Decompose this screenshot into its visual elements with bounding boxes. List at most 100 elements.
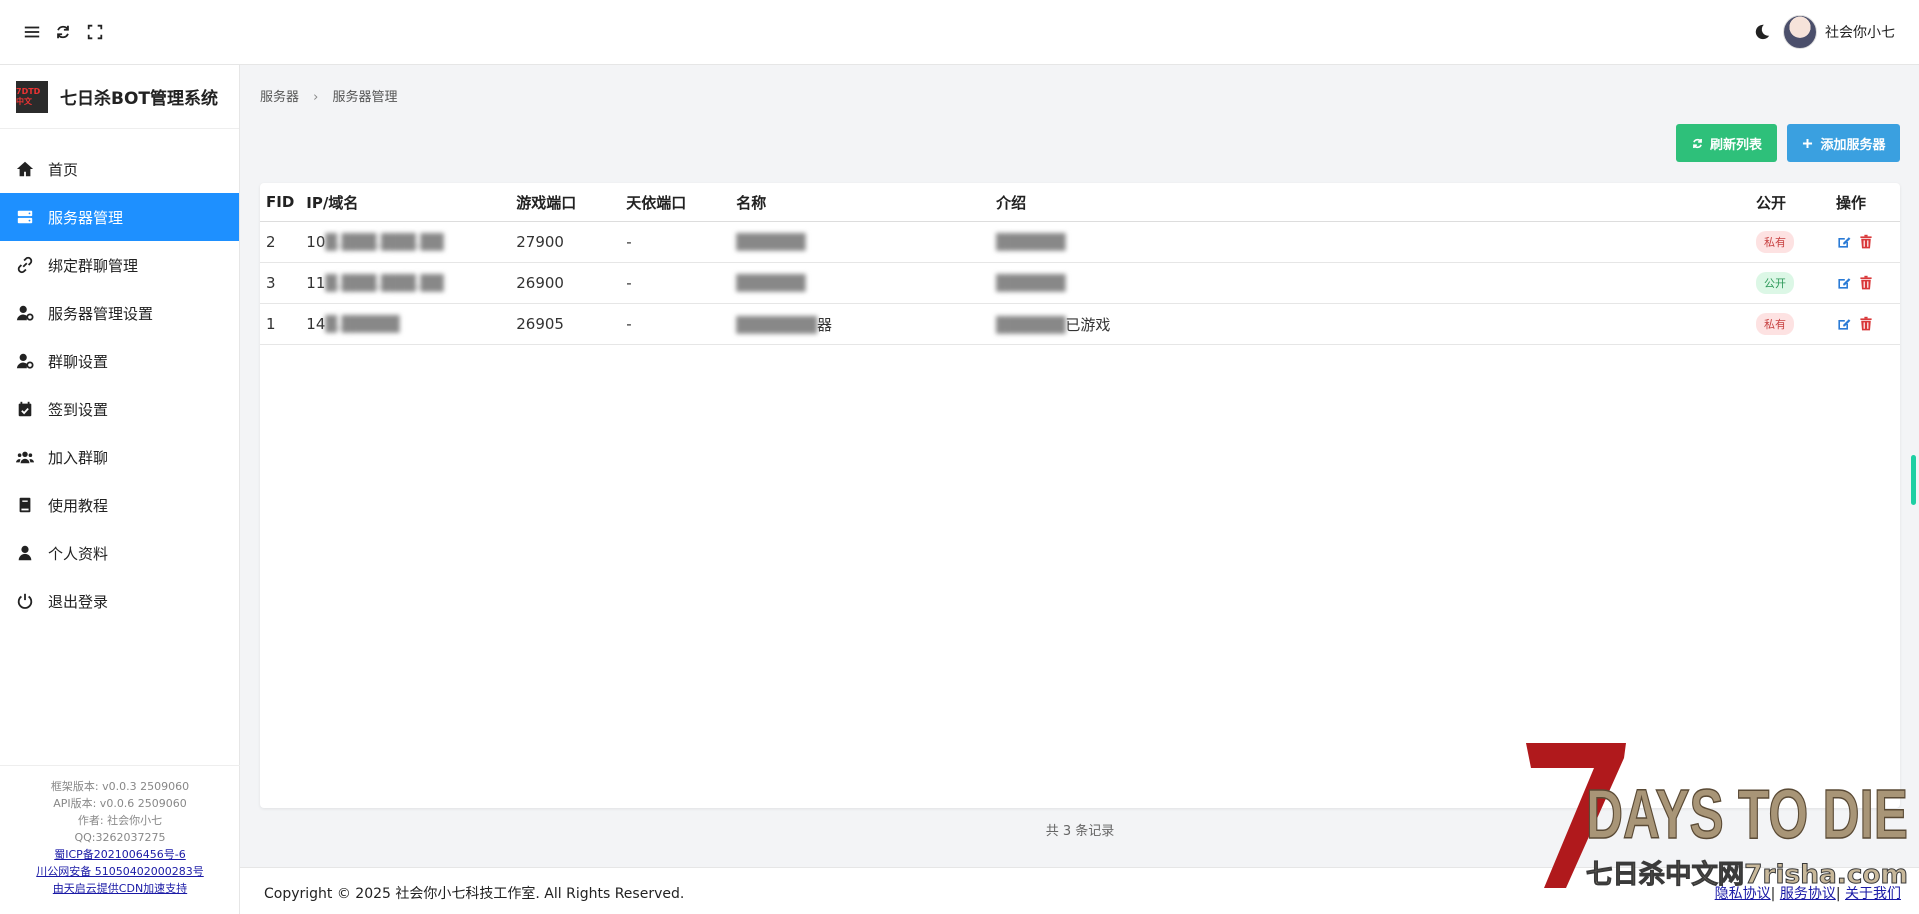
cell-fid: 1 [260,303,301,345]
edit-icon[interactable] [1836,316,1852,332]
cell-intro: ██████已游戏 [990,303,1750,345]
menu-toggle-icon[interactable] [22,22,42,42]
sidebar-item-logout[interactable]: 退出登录 [0,577,239,625]
column-header-name: 名称 [730,183,991,222]
cell-intro: ██████ [990,262,1750,304]
table-header-row: FID IP/域名 游戏端口 天依端口 名称 介绍 公开 操作 [260,183,1900,222]
cell-tianyi-port: - [620,303,731,345]
author: 作者: 社会你小七 [77,814,163,827]
sidebar-item-profile[interactable]: 个人资料 [0,529,239,577]
sidebar-item-join-group[interactable]: 加入群聊 [0,433,239,481]
add-server-button[interactable]: 添加服务器 [1787,124,1900,162]
sidebar-item-label: 绑定群聊管理 [48,256,139,275]
brand: 7DTD 中文 七日杀BOT管理系统 [0,65,239,129]
delete-icon[interactable] [1858,275,1874,291]
link-icon [16,256,34,274]
add-server-label: 添加服务器 [1820,137,1886,153]
ip-blurred: █.█████ [325,315,400,333]
api-version: API版本: v0.0.6 2509060 [53,797,187,810]
breadcrumb-current: 服务器管理 [332,90,398,105]
sidebar-menu: 首页 服务器管理 绑定群聊管理 服务器管理设置 群聊设置 签到设置 加入群聊 使… [0,145,239,625]
breadcrumb-parent[interactable]: 服务器 [260,90,299,105]
sidebar-item-label: 加入群聊 [48,448,109,467]
sidebar-item-server-management[interactable]: 服务器管理 [0,193,239,241]
sidebar-item-label: 群聊设置 [48,352,109,371]
cell-name: ██████ [730,262,991,304]
name-tail: 器 [816,315,832,334]
top-bar: 社会你小七 [0,0,1919,65]
edit-icon[interactable] [1836,234,1852,250]
sidebar-item-label: 服务器管理设置 [48,304,154,323]
cell-public: 私有 [1749,303,1830,345]
sidebar-item-checkin-settings[interactable]: 签到设置 [0,385,239,433]
copyright: Copyright © 2025 社会你小七科技工作室. All Rights … [264,886,685,902]
sidebar-footer: 框架版本: v0.0.3 2509060 API版本: v0.0.6 25090… [0,765,240,914]
refresh-icon[interactable] [53,22,73,42]
watermark-sub: 七日杀中文网7risha.com [1586,859,1908,890]
scroll-indicator[interactable] [1911,455,1916,505]
column-header-game-port: 游戏端口 [510,183,621,222]
status-badge: 私有 [1755,313,1794,335]
book-icon [16,496,34,514]
delete-icon[interactable] [1858,316,1874,332]
sidebar: 7DTD 中文 七日杀BOT管理系统 首页 服务器管理 绑定群聊管理 服务器管理… [0,65,240,914]
cell-game-port: 26905 [510,303,621,345]
sidebar-item-bind-group[interactable]: 绑定群聊管理 [0,241,239,289]
sidebar-item-label: 签到设置 [48,400,109,419]
ip-prefix: 10 [306,233,326,251]
sidebar-item-label: 退出登录 [48,592,109,611]
7dtd-watermark-logo: DAYS TO DIE 七日杀中文网7risha.com [1526,743,1909,891]
cell-ip: 10█.███.███.██ [300,221,511,263]
sidebar-item-label: 服务器管理 [48,208,124,227]
refresh-list-label: 刷新列表 [1709,137,1762,153]
name-blurred: ██████ [736,274,806,292]
watermark-main: DAYS TO DIE [1586,775,1908,853]
cdn-link[interactable]: 由天启云提供CDN加速支持 [0,880,240,897]
delete-icon[interactable] [1858,234,1874,250]
sidebar-item-group-settings[interactable]: 群聊设置 [0,337,239,385]
icp-link[interactable]: 蜀ICP备2021006456号-6 [0,846,240,863]
column-header-ip: IP/域名 [300,183,511,222]
column-header-actions: 操作 [1829,183,1900,222]
user-gear-icon [16,304,34,322]
sidebar-item-server-settings[interactable]: 服务器管理设置 [0,289,239,337]
user-menu[interactable]: 社会你小七 [1783,15,1895,49]
chevron-right-icon: › [313,90,319,105]
brand-logo: 7DTD 中文 [16,80,48,113]
cell-tianyi-port: - [620,262,731,304]
table-row: 2 10█.███.███.██ 27900 - ██████ ██████ 私… [260,221,1900,263]
refresh-list-button[interactable]: 刷新列表 [1676,124,1777,162]
power-icon [16,592,34,610]
edit-icon[interactable] [1836,275,1852,291]
breadcrumb: 服务器 › 服务器管理 [260,86,398,105]
dark-mode-moon-icon[interactable] [1753,23,1771,41]
brand-title: 七日杀BOT管理系统 [60,89,219,109]
police-record-link[interactable]: 川公网安备 51050402000283号 [0,863,240,880]
cell-ip: 14█.█████ [300,303,511,345]
qq-number: QQ:3262037275 [74,831,166,844]
sidebar-item-label: 使用教程 [48,496,109,515]
sidebar-item-label: 首页 [48,160,79,179]
plus-icon [1803,138,1813,148]
cell-tianyi-port: - [620,221,731,263]
calendar-check-icon [16,400,34,418]
intro-blurred: ██████ [996,233,1066,251]
framework-version: 框架版本: v0.0.3 2509060 [50,780,190,793]
fullscreen-icon[interactable] [85,22,105,42]
user-icon [16,544,34,562]
sidebar-item-home[interactable]: 首页 [0,145,239,193]
column-header-public: 公开 [1749,183,1830,222]
cell-intro: ██████ [990,221,1750,263]
sidebar-item-label: 个人资料 [48,544,109,563]
name-blurred: ██████ [736,233,806,251]
sidebar-item-tutorial[interactable]: 使用教程 [0,481,239,529]
intro-blurred: ██████ [996,274,1066,292]
column-header-tianyi-port: 天依端口 [620,183,731,222]
ip-blurred: █.███.███.██ [325,233,444,251]
table-row: 3 11█.███.███.██ 26900 - ██████ ██████ 公… [260,262,1900,304]
refresh-icon [1693,138,1702,148]
cell-public: 私有 [1749,221,1830,263]
cell-name: ██████ [730,221,991,263]
ip-prefix: 11 [306,274,326,292]
status-badge: 公开 [1755,272,1794,294]
